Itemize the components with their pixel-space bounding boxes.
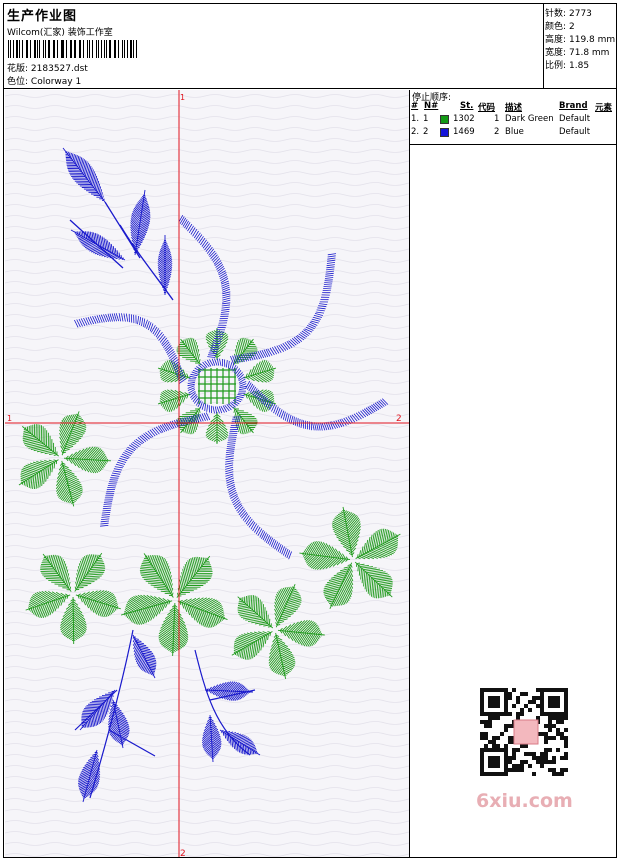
- stat-scale: 比例: 1.85: [545, 61, 590, 71]
- header-divider: [4, 88, 616, 89]
- axis-label-left: 1: [7, 414, 12, 423]
- col-elem: 元素: [595, 103, 613, 113]
- watermark-text: 6xiu.com: [476, 790, 573, 812]
- design-value: 2183527.dst: [30, 64, 88, 74]
- stat-colors: 颜色: 2: [545, 22, 575, 32]
- stat-width: 宽度: 71.8 mm: [545, 48, 610, 58]
- stop-sequence-table: # N# St. 代码 描述 Brand 元素 1. 1 1302 1 Dark…: [410, 100, 616, 139]
- color-swatch-green: [440, 115, 449, 124]
- col-num: #: [411, 101, 419, 111]
- design-preview[interactable]: 1 1 2 2: [5, 90, 410, 857]
- panel-divider: [410, 144, 616, 145]
- sheet-title: 生产作业图: [7, 9, 78, 24]
- header-info: 生产作业图 Wilcom(汇家) 装饰工作室 花版: 2183527.dst 色…: [4, 4, 544, 88]
- col-brand: Brand: [559, 101, 588, 111]
- design-line: 花版: 2183527.dst: [7, 61, 88, 74]
- colorway-label: 色位:: [7, 77, 29, 87]
- barcode: [8, 40, 140, 58]
- blue-outline-flower: [62, 147, 389, 803]
- stat-stitches: 针数: 2773: [545, 9, 592, 19]
- col-desc: 描述: [505, 103, 523, 113]
- axis-label-top: 1: [180, 93, 185, 102]
- table-row[interactable]: 2. 2 1469 2 Blue Default: [410, 126, 616, 139]
- col-st: St.: [460, 101, 474, 111]
- qr-code[interactable]: [470, 682, 580, 782]
- color-swatch-blue: [440, 128, 449, 137]
- col-no: N#: [424, 101, 439, 111]
- colorway-line: 色位: Colorway 1: [7, 74, 81, 87]
- design-label: 花版:: [7, 64, 29, 74]
- axis-label-right: 2: [396, 414, 402, 424]
- embroidery-artwork: 1 1 2 2: [5, 90, 409, 857]
- stat-height: 高度: 119.8 mm: [545, 35, 616, 45]
- colorway-value: Colorway 1: [30, 77, 82, 87]
- company-name: Wilcom(汇家) 装饰工作室: [7, 28, 113, 38]
- axis-label-bottom: 2: [180, 849, 186, 857]
- table-row[interactable]: 1. 1 1302 1 Dark Green Default: [410, 113, 616, 126]
- table-header: # N# St. 代码 描述 Brand 元素: [410, 100, 616, 113]
- design-stats: 针数: 2773 颜色: 2 高度: 119.8 mm 宽度: 71.8 mm 比例: 1…: [543, 4, 616, 88]
- col-code: 代码: [478, 103, 496, 113]
